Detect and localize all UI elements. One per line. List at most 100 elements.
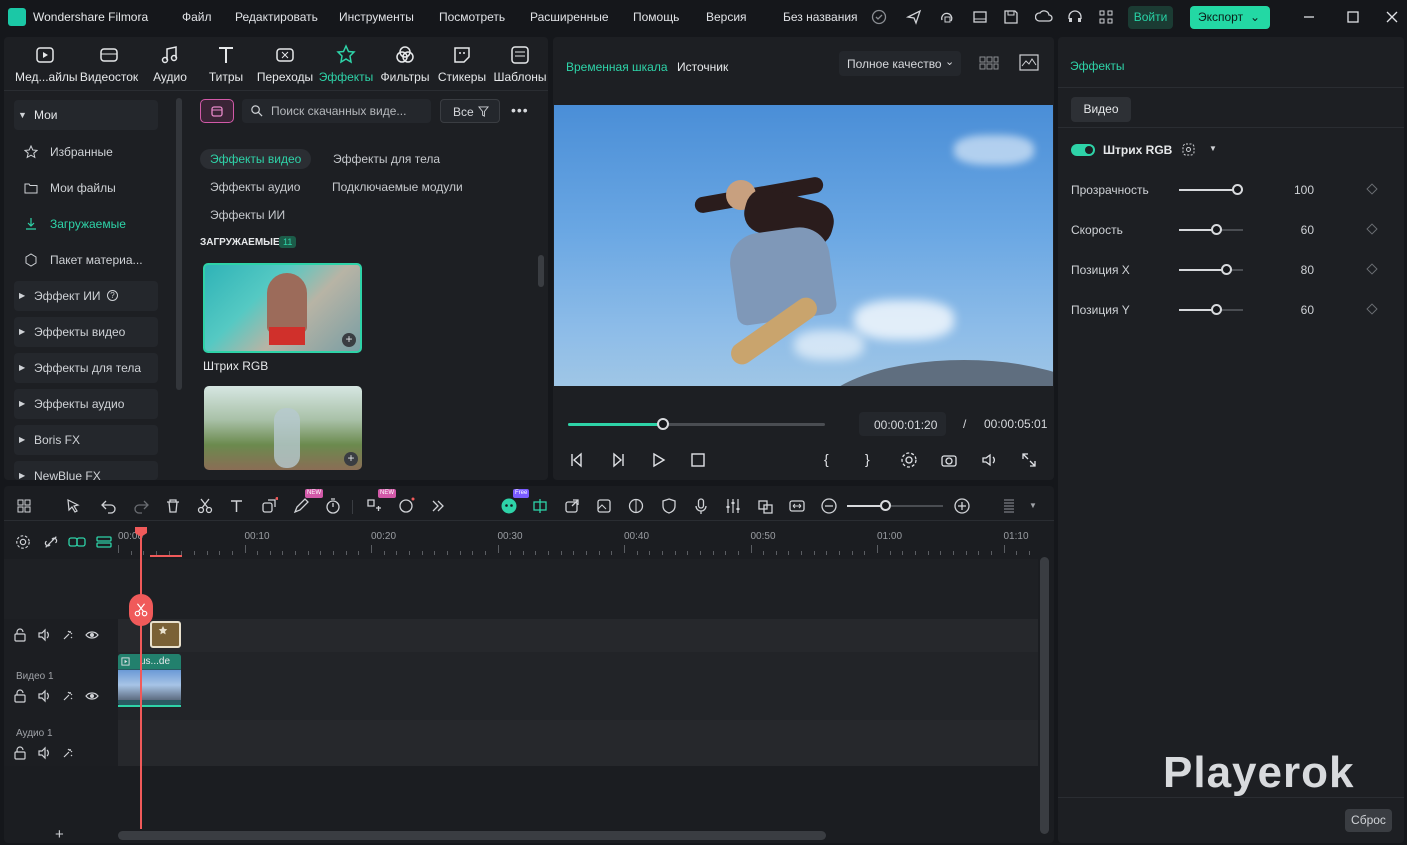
layout-grid-icon[interactable] <box>15 497 33 515</box>
help-icon[interactable]: ? <box>107 290 118 301</box>
ai-mate-icon[interactable] <box>500 497 518 515</box>
param-slider-track[interactable] <box>1179 224 1243 235</box>
param-value[interactable]: 80 <box>1274 263 1314 277</box>
split-icon[interactable] <box>196 497 214 515</box>
tab-audio[interactable]: Аудио <box>140 44 200 84</box>
reset-button[interactable]: Сброс <box>1345 809 1392 832</box>
more-options-icon[interactable]: ••• <box>511 102 529 118</box>
category-plugins[interactable]: Подключаемые модули <box>332 177 463 197</box>
replace-icon[interactable] <box>756 497 774 515</box>
tab-timeline-preview[interactable]: Временная шкала <box>566 60 668 74</box>
add-track-icon[interactable]: + <box>55 826 64 843</box>
lock-icon[interactable] <box>13 628 27 642</box>
share-icon[interactable] <box>905 8 923 26</box>
audio-track[interactable] <box>118 720 1038 766</box>
layout-icon[interactable] <box>971 8 989 26</box>
filter-button[interactable]: Все <box>440 99 500 123</box>
select-tool-icon[interactable] <box>64 497 82 515</box>
eye-icon[interactable] <box>85 628 99 642</box>
param-slider-track[interactable] <box>1179 184 1243 195</box>
sidebar-group-audio-effects[interactable]: ▶ Эффекты аудио <box>14 389 158 419</box>
export-button[interactable]: Экспорт ⌄ <box>1190 6 1270 29</box>
volume-icon[interactable] <box>980 451 998 469</box>
tab-video-properties[interactable]: Видео <box>1071 97 1131 122</box>
add-icon[interactable]: + <box>344 452 358 466</box>
param-slider-knob[interactable] <box>1231 184 1243 195</box>
zoom-slider-track[interactable] <box>847 500 943 511</box>
color-match-icon[interactable] <box>627 497 645 515</box>
fx-toggle-icon[interactable] <box>61 689 75 703</box>
video-preview[interactable] <box>554 105 1053 386</box>
prev-frame-icon[interactable] <box>568 451 586 469</box>
scope-icon[interactable] <box>1019 54 1039 72</box>
eye-icon[interactable] <box>85 689 99 703</box>
speaker-icon[interactable] <box>37 628 51 642</box>
effects-scrollbar[interactable] <box>538 255 544 287</box>
sidebar-scrollbar[interactable] <box>176 98 182 390</box>
add-icon[interactable]: + <box>342 333 356 347</box>
sidebar-group-boris-fx[interactable]: ▶ Boris FX <box>14 425 158 455</box>
delete-icon[interactable] <box>164 497 182 515</box>
sidebar-group-ai-effects[interactable]: ▶ Эффект ИИ ? <box>14 281 158 311</box>
unlink-icon[interactable] <box>43 534 59 550</box>
playback-progress-track[interactable] <box>568 418 825 430</box>
video-track[interactable] <box>118 652 1038 720</box>
menu-help[interactable]: Помощь <box>633 10 679 24</box>
tab-stock-video[interactable]: Видеосток <box>79 44 139 84</box>
menu-tools[interactable]: Инструменты <box>339 10 414 24</box>
play-icon[interactable] <box>649 451 667 469</box>
effect-thumbnail-rgb-stroke[interactable]: + <box>203 263 362 353</box>
timeline-settings-icon[interactable] <box>15 534 31 550</box>
auto-sync-icon[interactable] <box>531 497 549 515</box>
tab-templates[interactable]: Шаблоны <box>490 44 550 84</box>
login-button[interactable]: Войти <box>1128 6 1173 29</box>
ai-tool-icon[interactable] <box>365 497 383 515</box>
mark-out-icon[interactable]: } <box>865 451 870 467</box>
split-playhead-button[interactable] <box>129 594 153 626</box>
effect-clip[interactable] <box>150 621 181 648</box>
apps-grid-icon[interactable] <box>1097 8 1115 26</box>
menu-view[interactable]: Посмотреть <box>439 10 505 24</box>
param-slider-track[interactable] <box>1179 304 1243 315</box>
timeline-ruler[interactable]: 00:00 00:10 00:20 00:30 00:40 00:50 01:00 01:10 <box>118 524 1038 558</box>
minimize-icon[interactable] <box>1301 9 1317 25</box>
tab-source[interactable]: Источник <box>677 60 728 74</box>
menu-file[interactable]: Файл <box>182 10 212 24</box>
audio-mixer-icon[interactable] <box>724 497 742 515</box>
tab-titles[interactable]: Титры <box>196 44 256 84</box>
ai-copilot-icon[interactable] <box>397 497 415 515</box>
store-button[interactable] <box>200 99 234 123</box>
speaker-icon[interactable] <box>37 689 51 703</box>
pen-tool-icon[interactable] <box>292 497 310 515</box>
category-audio-effects[interactable]: Эффекты аудио <box>210 177 300 197</box>
mask-icon[interactable] <box>1181 142 1196 157</box>
more-tools-icon[interactable] <box>429 497 447 515</box>
stop-icon[interactable] <box>689 451 707 469</box>
maximize-icon[interactable] <box>1345 9 1361 25</box>
search-box[interactable] <box>242 99 431 123</box>
search-input[interactable] <box>271 102 426 120</box>
menu-advanced[interactable]: Расширенные <box>530 10 609 24</box>
speaker-icon[interactable] <box>37 746 51 760</box>
playhead-line[interactable] <box>140 529 142 829</box>
next-frame-icon[interactable] <box>609 451 627 469</box>
quality-select[interactable]: Полное качество ⌄ <box>839 51 961 76</box>
link-icon[interactable] <box>68 534 86 550</box>
effect-thumbnail-2[interactable]: + <box>204 386 362 470</box>
zoom-out-icon[interactable] <box>820 497 838 515</box>
close-icon[interactable] <box>1384 9 1400 25</box>
microphone-icon[interactable] <box>692 497 710 515</box>
tab-transitions[interactable]: Переходы <box>255 44 315 84</box>
export-clip-icon[interactable] <box>563 497 581 515</box>
headset-icon[interactable] <box>1066 8 1084 26</box>
timeline-horizontal-scrollbar[interactable] <box>118 831 826 840</box>
snapshot-icon[interactable] <box>940 451 958 469</box>
lock-icon[interactable] <box>13 689 27 703</box>
timeline-vertical-scrollbar[interactable] <box>1040 557 1049 834</box>
lock-icon[interactable] <box>13 746 27 760</box>
shield-icon[interactable] <box>660 497 678 515</box>
image-edit-icon[interactable] <box>595 497 613 515</box>
mark-in-icon[interactable]: { <box>824 451 829 467</box>
video-clip[interactable]: us...de <box>118 654 181 706</box>
grid-view-icon[interactable] <box>979 55 999 71</box>
